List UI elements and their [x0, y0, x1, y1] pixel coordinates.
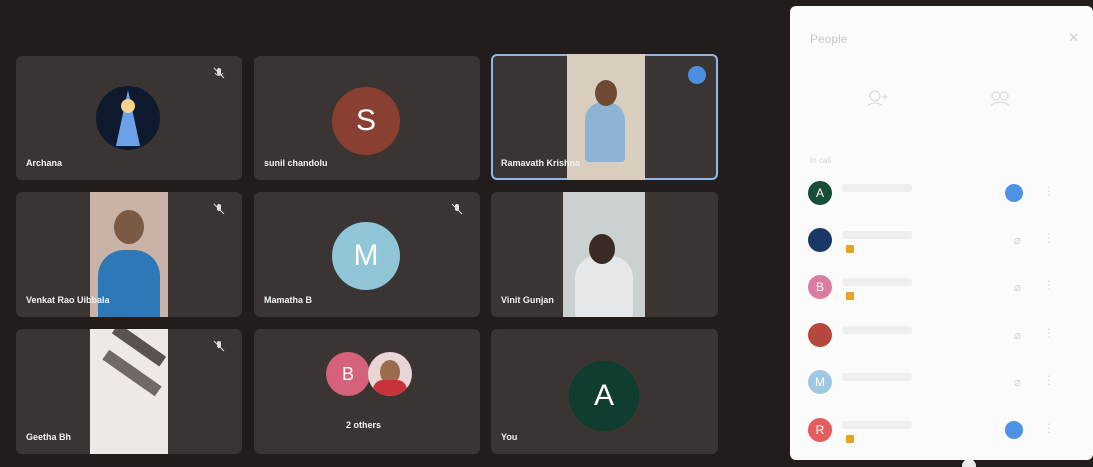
mic-muted-icon [212, 202, 226, 216]
participant-tile-mamatha[interactable]: M Mamatha B [254, 192, 480, 317]
video-feed [90, 329, 168, 454]
avatar-initial: M [353, 239, 379, 272]
mic-muted-icon [450, 202, 464, 216]
participant-tile-vinit[interactable]: Vinit Gunjan [491, 192, 718, 317]
close-icon[interactable]: ✕ [1068, 30, 1079, 46]
participant-name: Archana [26, 158, 63, 168]
participant-avatar: A [808, 181, 832, 205]
participant-row[interactable]: M ⌀ ⋮ [790, 363, 1093, 403]
participant-avatar: B [326, 352, 370, 396]
participant-avatar: M [808, 370, 832, 394]
more-options-icon[interactable]: ⋮ [1043, 373, 1055, 387]
people-icon [989, 91, 1011, 107]
participant-tile-archana[interactable]: Archana [16, 56, 242, 180]
add-people-button[interactable] [845, 84, 905, 124]
host-badge-icon [846, 435, 854, 443]
participant-avatar [808, 228, 832, 252]
speaking-indicator-icon [1005, 421, 1023, 439]
mic-muted-icon [212, 66, 226, 80]
participant-name: Ramavath Krishna [501, 158, 581, 168]
participant-name: 2 others [346, 420, 382, 430]
participant-avatar [808, 323, 832, 347]
participant-name [842, 326, 912, 334]
participant-avatar [96, 86, 160, 150]
participant-tile-others[interactable]: B 2 others [254, 329, 480, 454]
mic-muted-icon: ⌀ [1013, 375, 1021, 389]
speaking-indicator-icon [688, 66, 706, 84]
participant-name: Geetha Bh [26, 432, 72, 442]
panel-section-label: In call [810, 156, 831, 165]
participant-name [842, 421, 912, 429]
participant-avatar: S [332, 87, 400, 155]
add-people-icon [866, 90, 888, 107]
panel-title: People [810, 32, 848, 46]
participant-name: Venkat Rao Uibbala [26, 295, 110, 305]
speaking-indicator-icon [1005, 184, 1023, 202]
mic-muted-icon [212, 339, 226, 353]
participant-tile-ramavath[interactable]: Ramavath Krishna [491, 54, 718, 180]
avatar-initial: B [341, 363, 354, 384]
more-options-icon[interactable]: ⋮ [1043, 231, 1055, 245]
participant-tile-venkat[interactable]: Venkat Rao Uibbala [16, 192, 242, 317]
participant-name: sunil chandolu [264, 158, 328, 168]
avatar-initial: A [593, 379, 614, 412]
participant-row[interactable]: R ⋮ [790, 411, 1093, 451]
participant-tile-sunil[interactable]: S sunil chandolu [254, 56, 480, 180]
participant-name [842, 373, 912, 381]
participant-name: You [501, 432, 518, 442]
participant-tile-geetha[interactable]: Geetha Bh [16, 329, 242, 454]
more-options-icon[interactable]: ⋮ [1043, 184, 1055, 198]
participant-name: Mamatha B [264, 295, 313, 305]
more-options-icon[interactable]: ⋮ [1043, 278, 1055, 292]
participant-avatar: R [808, 418, 832, 442]
cursor-icon [962, 459, 976, 467]
host-badge-icon [846, 292, 854, 300]
participant-avatar: B [808, 275, 832, 299]
participant-tile-you[interactable]: A You [491, 329, 718, 454]
meeting-stage: Archana S sunil chandolu Ramavath Krishn… [0, 0, 1093, 467]
participant-row[interactable]: ⌀ ⋮ [790, 221, 1093, 261]
mic-muted-icon: ⌀ [1013, 233, 1021, 247]
mic-muted-icon: ⌀ [1013, 280, 1021, 294]
participant-name [842, 231, 912, 239]
copy-invite-button[interactable] [970, 84, 1030, 124]
participant-row[interactable]: B ⌀ ⋮ [790, 268, 1093, 308]
participant-avatar: M [332, 222, 400, 290]
avatar-initial: S [355, 104, 376, 137]
video-feed [563, 192, 645, 317]
more-options-icon[interactable]: ⋮ [1043, 421, 1055, 435]
participant-name [842, 184, 912, 192]
mic-muted-icon: ⌀ [1013, 328, 1021, 342]
participant-row[interactable]: A ⋮ [790, 174, 1093, 214]
participant-name: Vinit Gunjan [501, 295, 554, 305]
participant-name [842, 278, 912, 286]
avatar-image-icon [96, 86, 160, 150]
participant-avatar [368, 352, 412, 396]
host-badge-icon [846, 245, 854, 253]
participant-avatar: A [569, 361, 639, 431]
people-panel: People ✕ In call A ⋮ ⌀ ⋮ B ⌀ ⋮ ⌀ ⋮ M ⌀ ⋮… [790, 6, 1093, 460]
more-options-icon[interactable]: ⋮ [1043, 326, 1055, 340]
participant-row[interactable]: ⌀ ⋮ [790, 316, 1093, 356]
